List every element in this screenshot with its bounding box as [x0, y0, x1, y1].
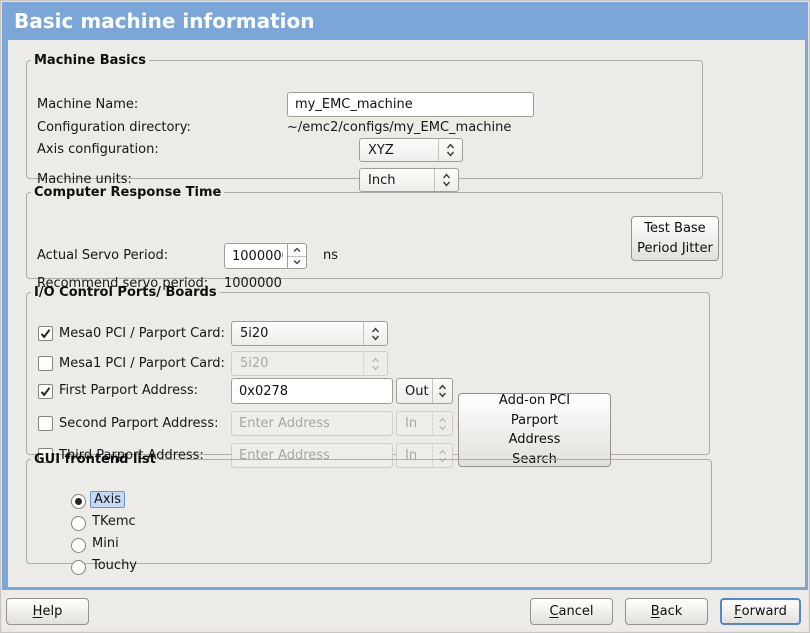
config-dir-label: Configuration directory:: [37, 120, 191, 136]
test-base-period-jitter-button[interactable]: Test Base Period Jitter: [631, 216, 719, 261]
help-button[interactable]: Help: [6, 598, 89, 625]
servo-period-input[interactable]: [225, 244, 287, 268]
machine-name-field[interactable]: [287, 92, 534, 117]
radio-tkemc-label[interactable]: TKemc: [92, 514, 136, 529]
second-parport-direction-combobox[interactable]: In: [396, 411, 453, 436]
response-time-legend: Computer Response Time: [31, 185, 224, 200]
chevron-updown-icon[interactable]: [438, 139, 462, 161]
chevron-updown-icon[interactable]: [432, 379, 452, 403]
axis-config-value: XYZ: [360, 139, 438, 161]
page-content: Machine Basics Machine Name: Configurati…: [2, 40, 808, 590]
first-parport-direction-combobox[interactable]: Out: [396, 378, 453, 404]
config-dir-value: ~/emc2/configs/my_EMC_machine: [287, 120, 511, 136]
spinner-arrows: [287, 244, 306, 268]
response-time-frame: Computer Response Time Test Base Period …: [26, 185, 723, 279]
chevron-updown-icon[interactable]: [363, 322, 387, 345]
gui-frontend-legend: GUI frontend list: [31, 452, 159, 467]
machine-basics-legend: Machine Basics: [31, 53, 149, 68]
mesa0-card-value: 5i20: [232, 322, 363, 345]
assistant-window: Basic machine information Machine Basics…: [0, 0, 810, 633]
first-parport-address-field[interactable]: [231, 378, 393, 404]
radio-touchy-label[interactable]: Touchy: [92, 558, 137, 573]
radio-mini-label[interactable]: Mini: [92, 536, 119, 551]
page-title: Basic machine information: [2, 2, 808, 40]
radio-dot: [75, 498, 82, 505]
machine-name-label: Machine Name:: [37, 92, 138, 117]
check-icon: [40, 328, 51, 339]
io-ports-legend: I/O Control Ports/ Boards: [31, 285, 220, 300]
back-button[interactable]: Back: [625, 598, 708, 625]
io-ports-frame: I/O Control Ports/ Boards Mesa0 PCI / Pa…: [26, 285, 710, 455]
second-parport-address-field[interactable]: [231, 411, 393, 436]
mesa0-checkbox[interactable]: [38, 326, 53, 341]
mesa1-label: Mesa1 PCI / Parport Card:: [59, 351, 225, 376]
second-parport-checkbox[interactable]: [38, 416, 53, 431]
check-icon: [40, 386, 51, 397]
servo-period-spinner[interactable]: [224, 243, 307, 269]
mesa0-label: Mesa0 PCI / Parport Card:: [59, 321, 225, 346]
radio-touchy[interactable]: [71, 560, 86, 575]
radio-axis[interactable]: [71, 494, 86, 509]
spin-up-icon[interactable]: [288, 244, 306, 256]
forward-button[interactable]: Forward: [720, 598, 801, 625]
spin-down-icon[interactable]: [288, 256, 306, 269]
mesa1-checkbox[interactable]: [38, 356, 53, 371]
radio-axis-label[interactable]: Axis: [90, 491, 125, 508]
first-parport-label: First Parport Address:: [59, 378, 198, 404]
servo-period-label: Actual Servo Period:: [37, 243, 168, 269]
axis-config-label: Axis configuration:: [37, 138, 159, 162]
radio-mini[interactable]: [71, 538, 86, 553]
axis-config-combobox[interactable]: XYZ: [359, 138, 463, 162]
gui-frontend-frame: GUI frontend list Axis TKemc Mini Touchy: [26, 452, 712, 564]
second-parport-address-input[interactable]: [232, 412, 392, 435]
first-parport-direction-value: Out: [397, 379, 432, 403]
mesa1-card-combobox[interactable]: 5i20: [231, 351, 388, 376]
servo-period-unit: ns: [323, 243, 338, 269]
second-parport-label: Second Parport Address:: [59, 411, 218, 436]
chevron-updown-icon[interactable]: [363, 352, 387, 375]
second-parport-direction-value: In: [397, 412, 432, 435]
first-parport-checkbox[interactable]: [38, 384, 53, 399]
cancel-button[interactable]: Cancel: [530, 598, 613, 625]
machine-basics-frame: Machine Basics Machine Name: Configurati…: [26, 53, 703, 179]
machine-name-input[interactable]: [288, 93, 533, 116]
action-area: Help Cancel Back Forward: [2, 590, 808, 631]
first-parport-address-input[interactable]: [232, 379, 392, 403]
chevron-updown-icon[interactable]: [432, 412, 452, 435]
mesa0-card-combobox[interactable]: 5i20: [231, 321, 388, 346]
radio-tkemc[interactable]: [71, 516, 86, 531]
mesa1-card-value: 5i20: [232, 352, 363, 375]
